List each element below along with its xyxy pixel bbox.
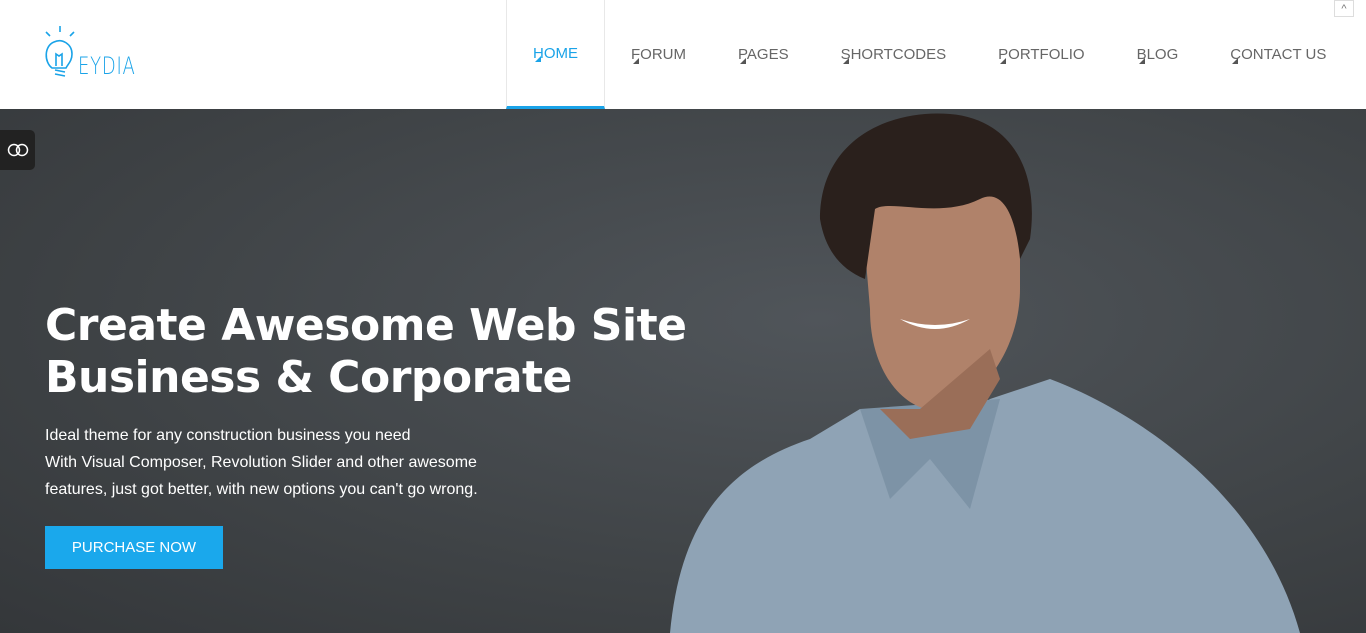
toggle-icon bbox=[7, 143, 28, 157]
nav-blog[interactable]: BLOG bbox=[1111, 0, 1205, 109]
caret-icon bbox=[535, 56, 541, 62]
caret-icon bbox=[842, 57, 849, 64]
nav-pages[interactable]: PAGES bbox=[712, 0, 815, 109]
purchase-now-button[interactable]: PURCHASE NOW bbox=[45, 526, 223, 569]
hero-person-image bbox=[670, 113, 1300, 633]
style-switcher-toggle[interactable] bbox=[0, 130, 35, 170]
logo[interactable]: EYDIA bbox=[40, 24, 155, 82]
caret-icon bbox=[1000, 57, 1007, 64]
nav-shortcodes[interactable]: SHORTCODES bbox=[815, 0, 973, 109]
nav-forum[interactable]: FORUM bbox=[605, 0, 712, 109]
caret-icon bbox=[740, 57, 746, 64]
scroll-top-button[interactable]: ^ bbox=[1334, 0, 1354, 17]
lightbulb-icon bbox=[45, 26, 75, 77]
main-nav: HOME FORUM PAGES SHORTCODES PORTFOLIO BL… bbox=[506, 0, 1352, 109]
header: EYDIA HOME FORUM PAGES SHORTCODES PORTFO… bbox=[0, 0, 1366, 109]
nav-contact-us[interactable]: CONTACT US bbox=[1204, 0, 1352, 109]
logo-text: EYDIA bbox=[78, 52, 136, 80]
nav-portfolio[interactable]: PORTFOLIO bbox=[972, 0, 1110, 109]
nav-home[interactable]: HOME bbox=[506, 0, 605, 109]
hero-title: Create Awesome Web Site Business & Corpo… bbox=[45, 300, 687, 403]
caret-icon bbox=[1138, 57, 1145, 64]
hero-description: Ideal theme for any construction busines… bbox=[45, 427, 478, 498]
caret-icon bbox=[633, 57, 639, 64]
caret-icon bbox=[1232, 57, 1239, 64]
